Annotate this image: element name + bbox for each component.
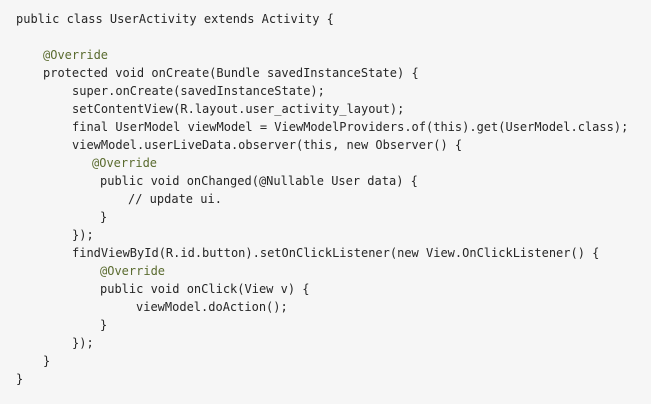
code-line: } bbox=[100, 318, 108, 332]
code-line: @Override bbox=[43, 48, 109, 62]
code-line: } bbox=[100, 210, 108, 224]
code-line: viewModel.doAction(); bbox=[136, 300, 288, 314]
code-line: super.onCreate(savedInstanceState); bbox=[72, 84, 325, 98]
code-line: public void onClick(View v) { bbox=[100, 282, 310, 296]
code-line: }); bbox=[72, 228, 94, 242]
code-line: // update ui. bbox=[128, 192, 222, 206]
code-line: }); bbox=[72, 336, 94, 350]
code-line: final UserModel viewModel = ViewModelPro… bbox=[72, 120, 629, 134]
code-line: viewModel.userLiveData.observer(this, ne… bbox=[72, 138, 463, 152]
code-line: protected void onCreate(Bundle savedInst… bbox=[43, 66, 419, 80]
code-line: setContentView(R.layout.user_activity_la… bbox=[72, 102, 405, 116]
code-line: @Override bbox=[92, 156, 158, 170]
code-line: @Override bbox=[100, 264, 166, 278]
code-line: } bbox=[43, 354, 51, 368]
code-line: } bbox=[16, 372, 24, 386]
code-line: public void onChanged(@Nullable User dat… bbox=[100, 174, 418, 188]
code-line: public class UserActivity extends Activi… bbox=[16, 12, 334, 26]
code-line: findViewById(R.id.button).setOnClickList… bbox=[72, 246, 600, 260]
code-block: public class UserActivity extends Activi… bbox=[0, 0, 651, 404]
